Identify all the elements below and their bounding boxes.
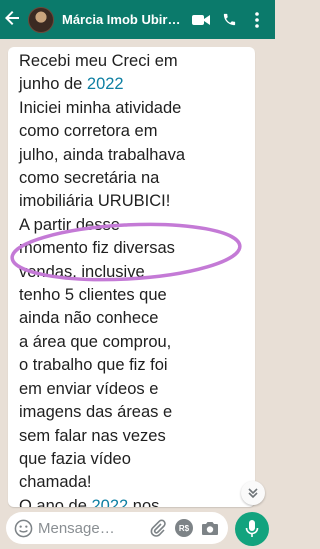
payment-icon[interactable]: R$ — [174, 518, 194, 538]
double-chevron-down-icon — [248, 488, 258, 499]
message-line-text: chamada! — [19, 473, 92, 492]
year-link[interactable]: 2022 — [87, 75, 124, 93]
message-line: Iniciei minha atividade — [19, 97, 255, 120]
message-line-text: O ano de — [19, 496, 92, 507]
message-line: vendas, inclusive — [19, 261, 255, 284]
message-line: como corretora em — [19, 120, 255, 143]
message-line: imagens das áreas e — [19, 401, 255, 424]
emoji-icon[interactable] — [14, 519, 34, 538]
message-line: ainda não conhece — [19, 307, 255, 330]
attach-icon[interactable] — [148, 518, 168, 538]
message-line-text: imagens das áreas e — [19, 403, 173, 422]
message-line-text: imobiliária URUBICI! — [19, 192, 171, 211]
message-line: O ano de 2022 nos — [19, 495, 255, 507]
payment-badge: R$ — [175, 519, 193, 537]
message-bubble[interactable]: Recebi meu Creci em junho de 2022 Iniciei … — [8, 47, 255, 507]
chat-header: Márcia Imob Ubir… — [0, 0, 275, 39]
message-line-text: a área que comprou, — [19, 332, 172, 351]
message-line: junho de 2022 — [19, 73, 255, 96]
message-line: em enviar vídeos e — [19, 378, 255, 401]
contact-name[interactable]: Márcia Imob Ubir… — [62, 12, 184, 27]
message-line-text: como corretora em — [19, 122, 158, 141]
message-line-text: como secretária na — [19, 169, 160, 188]
message-line-text: Recebi meu Creci em — [19, 52, 178, 70]
message-line: momento fiz diversas — [19, 237, 255, 260]
phone-icon[interactable] — [215, 6, 243, 34]
message-line-text: tenho 5 clientes que — [19, 286, 167, 305]
message-line-text: Iniciei minha atividade — [19, 98, 182, 117]
message-line: que fazia vídeo — [19, 448, 255, 471]
message-composer[interactable]: Mensage… R$ — [6, 512, 228, 544]
message-line-text: momento fiz diversas — [19, 239, 175, 258]
message-input[interactable]: Mensage… — [38, 520, 138, 537]
message-line-text: em enviar vídeos e — [19, 379, 159, 398]
message-line: julho, ainda trabalhava — [19, 144, 255, 167]
message-line-text: vendas, inclusive — [19, 262, 145, 281]
message-line-text: nos — [128, 496, 160, 507]
message-line: chamada! — [19, 471, 255, 494]
message-line-text: sem falar nas vezes — [19, 426, 166, 445]
back-arrow-icon[interactable] — [4, 10, 24, 29]
message-line-text: junho de — [19, 75, 87, 94]
message-line: A partir desse — [19, 214, 255, 237]
mic-icon — [245, 520, 259, 537]
message-line: sem falar nas vezes — [19, 425, 255, 448]
video-call-icon[interactable] — [187, 6, 215, 34]
message-line-text: A partir desse — [19, 215, 120, 234]
avatar[interactable] — [28, 6, 54, 33]
more-options-icon[interactable] — [243, 6, 271, 34]
message-line: tenho 5 clientes que — [19, 284, 255, 307]
scroll-down-button[interactable] — [241, 481, 265, 505]
message-line-text: julho, ainda trabalhava — [19, 145, 186, 164]
message-line-text: que fazia vídeo — [19, 449, 131, 468]
message-line: Recebi meu Creci em — [19, 50, 255, 73]
message-line: a área que comprou, — [19, 331, 255, 354]
message-text: Recebi meu Creci em junho de 2022 Iniciei … — [19, 50, 255, 507]
message-line: o trabalho que fiz foi — [19, 354, 255, 377]
year-link[interactable]: 2022 — [91, 497, 128, 507]
camera-icon[interactable] — [200, 518, 220, 538]
message-line: imobiliária URUBICI! — [19, 190, 255, 213]
message-line-text: o trabalho que fiz foi — [19, 356, 168, 375]
message-line: como secretária na — [19, 167, 255, 190]
mic-button[interactable] — [235, 512, 269, 546]
message-line-text: ainda não conhece — [19, 309, 159, 328]
